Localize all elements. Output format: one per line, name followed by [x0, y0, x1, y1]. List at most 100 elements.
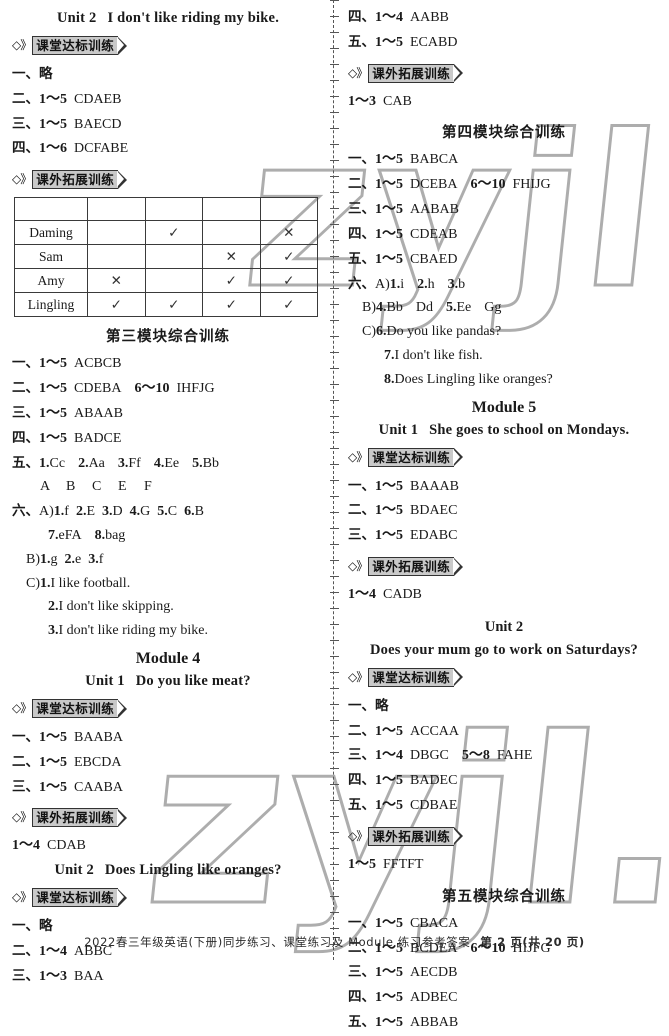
answer-line: 三、1～5 CAABA — [12, 778, 124, 795]
table-cell-mark — [202, 220, 261, 246]
answer-line-letters: ABCEF — [40, 479, 152, 495]
table-header-cell — [87, 197, 146, 222]
answer-line: 五、1.Cc 2.Aa 3.Ff 4.Ee 5.Bb — [12, 454, 219, 471]
badge-label: 课外拓展训练 — [368, 826, 455, 846]
page-footer: 2022春三年级英语(下册)同步练习、课堂练习及 Module 练习参考答案第 … — [0, 934, 669, 950]
answer-line: 一、1～5 BAABA — [12, 729, 124, 745]
answer-line: C)1.I like football. — [26, 575, 131, 591]
answer-line: 一、1～5 ACBCB — [12, 355, 122, 372]
answer-line: 1～4 CDAB — [12, 838, 86, 854]
badge-label: 课堂达标训练 — [32, 888, 119, 908]
unit-heading: Do you like meat? — [135, 673, 251, 689]
unit-heading: She goes to school on Mondays. — [429, 421, 630, 438]
table-cell-mark: ✓ — [87, 292, 146, 318]
double-chevron-icon: ◇》 — [348, 828, 368, 843]
table-header-cell — [14, 197, 88, 222]
badge-arrow-icon — [453, 557, 464, 576]
badge-arrow-icon — [117, 699, 128, 718]
module5-comprehensive-title: 第五模块综合训练 — [442, 888, 566, 905]
answer-line: 四、1～6 DCFABE — [12, 140, 129, 157]
table-header-cell — [202, 197, 261, 222]
table-cell-mark — [144, 244, 203, 270]
answer-line: 7.I don't like fish. — [384, 347, 483, 363]
unit-title-m5u2-line2: Does your mum go to work on Saturdays? — [370, 641, 638, 658]
table-cell-mark: ✓ — [259, 268, 318, 294]
answer-line: 五、1～5 CBAED — [348, 250, 458, 267]
answer-line: 8.Does Lingling like oranges? — [384, 371, 553, 387]
unit-label: Unit 2 — [56, 10, 97, 26]
table-cell-mark — [87, 220, 146, 246]
badge-classroom-training: ◇》 课堂达标训练 — [12, 699, 147, 718]
answer-line: 三、1～5 ABAAB — [12, 404, 124, 421]
unit-title-m3u2: Unit 2 I don't like riding my bike. — [12, 10, 324, 27]
answer-line: 二、1～5 CDAEB — [12, 90, 122, 107]
answer-line: 三、1～5 AECDB — [348, 964, 458, 981]
answer-line: 1～5 FFTFT — [348, 856, 424, 872]
double-chevron-icon: ◇》 — [348, 449, 368, 464]
answer-line: 三、1～5 EDABC — [348, 527, 458, 544]
badge-classroom-training: ◇》 课堂达标训练 — [348, 447, 483, 467]
table-cell-mark: ✓ — [259, 292, 318, 318]
unit-label: Unit 1 — [378, 421, 419, 438]
answer-line: B)4.Bb Dd 5.Ee Gg — [362, 300, 502, 316]
footer-page-number: 第 2 页(共 20 页) — [480, 935, 585, 949]
double-chevron-icon: ◇》 — [12, 38, 32, 52]
answer-line: 四、1～4 AABB — [348, 9, 449, 25]
answer-line: 二、1～5 BDAEC — [348, 502, 458, 519]
unit-title-m4u2: Unit 2 Does Lingling like oranges? — [12, 862, 324, 879]
double-chevron-icon: ◇》 — [12, 810, 32, 825]
table-cell-mark: ✓ — [202, 292, 261, 318]
badge-label: 课堂达标训练 — [32, 36, 119, 55]
answer-line: 一、略 — [12, 66, 53, 82]
unit-label: Unit 2 — [54, 862, 94, 879]
table-row-name: Sam — [14, 244, 88, 270]
table-row: Daming ✓ ✕ — [14, 220, 318, 246]
module5-title: Module 5 — [471, 398, 537, 416]
table-cell-mark: ✕ — [87, 268, 146, 294]
unit-title-m4u1: Unit 1 Do you like meat? — [12, 673, 324, 690]
answer-line: 六、A)1.i 2.h 3.b — [348, 275, 466, 292]
answer-key-page: Unit 2 I don't like riding my bike. ◇》 课堂… — [0, 0, 669, 1030]
badge-arrow-icon — [453, 668, 464, 687]
table-header-cell — [259, 197, 318, 222]
answer-line: 二、1～5 EBCDA — [12, 753, 122, 770]
module4-comprehensive-title: 第四模块综合训练 — [442, 125, 566, 142]
table-row-name: Amy — [14, 268, 88, 294]
answer-line: 四、1～5 CDEAB — [348, 225, 458, 242]
badge-label: 课外拓展训练 — [368, 557, 455, 576]
badge-label: 课外拓展训练 — [368, 63, 455, 83]
answer-line: 四、1～5 ADBEC — [348, 989, 458, 1006]
left-column: Unit 2 I don't like riding my bike. ◇》 课堂… — [12, 6, 324, 990]
answer-line: 二、1～5 DCEBA 6～10 FHIJG — [348, 176, 551, 193]
answer-line: B)1.g 2.e 3.f — [26, 551, 104, 567]
table-cell-mark: ✓ — [144, 220, 203, 246]
badge-label: 课外拓展训练 — [32, 808, 119, 828]
double-chevron-icon: ◇》 — [348, 669, 368, 684]
table-row-name: Daming — [14, 220, 88, 246]
unit-title-m5u2-line1: Unit 2 — [484, 618, 524, 635]
badge-arrow-icon — [117, 36, 128, 55]
answer-line: C)6.Do you like pandas? — [362, 324, 502, 340]
double-chevron-icon: ◇》 — [12, 890, 32, 905]
badge-classroom-training: ◇》 课堂达标训练 — [12, 888, 147, 908]
answer-line: 7.eFA 8.bag — [48, 527, 126, 543]
unit-title-m5u1: Unit 1 She goes to school on Mondays. — [348, 422, 660, 439]
answer-line: 五、1～5 CDBAE — [348, 797, 458, 814]
badge-label: 课堂达标训练 — [368, 447, 455, 467]
table-row: Amy ✕ ✓ ✓ — [14, 268, 318, 294]
double-chevron-icon: ◇》 — [12, 701, 32, 715]
answer-line: 四、1～5 BADEC — [348, 772, 458, 789]
module4-title: Module 4 — [135, 650, 201, 667]
double-chevron-icon: ◇》 — [348, 559, 368, 573]
answer-line: 一、略 — [348, 697, 389, 714]
answer-line: 二、1～5 CDEBA 6～10 IHFJG — [12, 380, 215, 397]
table-row-name: Lingling — [14, 292, 88, 318]
badge-arrow-icon — [117, 888, 128, 907]
answer-line: 一、1～5 CBACA — [348, 914, 459, 931]
badge-arrow-icon — [453, 448, 464, 467]
double-chevron-icon: ◇》 — [12, 172, 32, 187]
answer-line: 三、1～5 BAECD — [12, 115, 122, 132]
table-cell-mark: ✕ — [259, 220, 318, 246]
answer-line: 五、1～5 ECABD — [348, 33, 458, 50]
double-chevron-icon: ◇》 — [348, 65, 368, 80]
